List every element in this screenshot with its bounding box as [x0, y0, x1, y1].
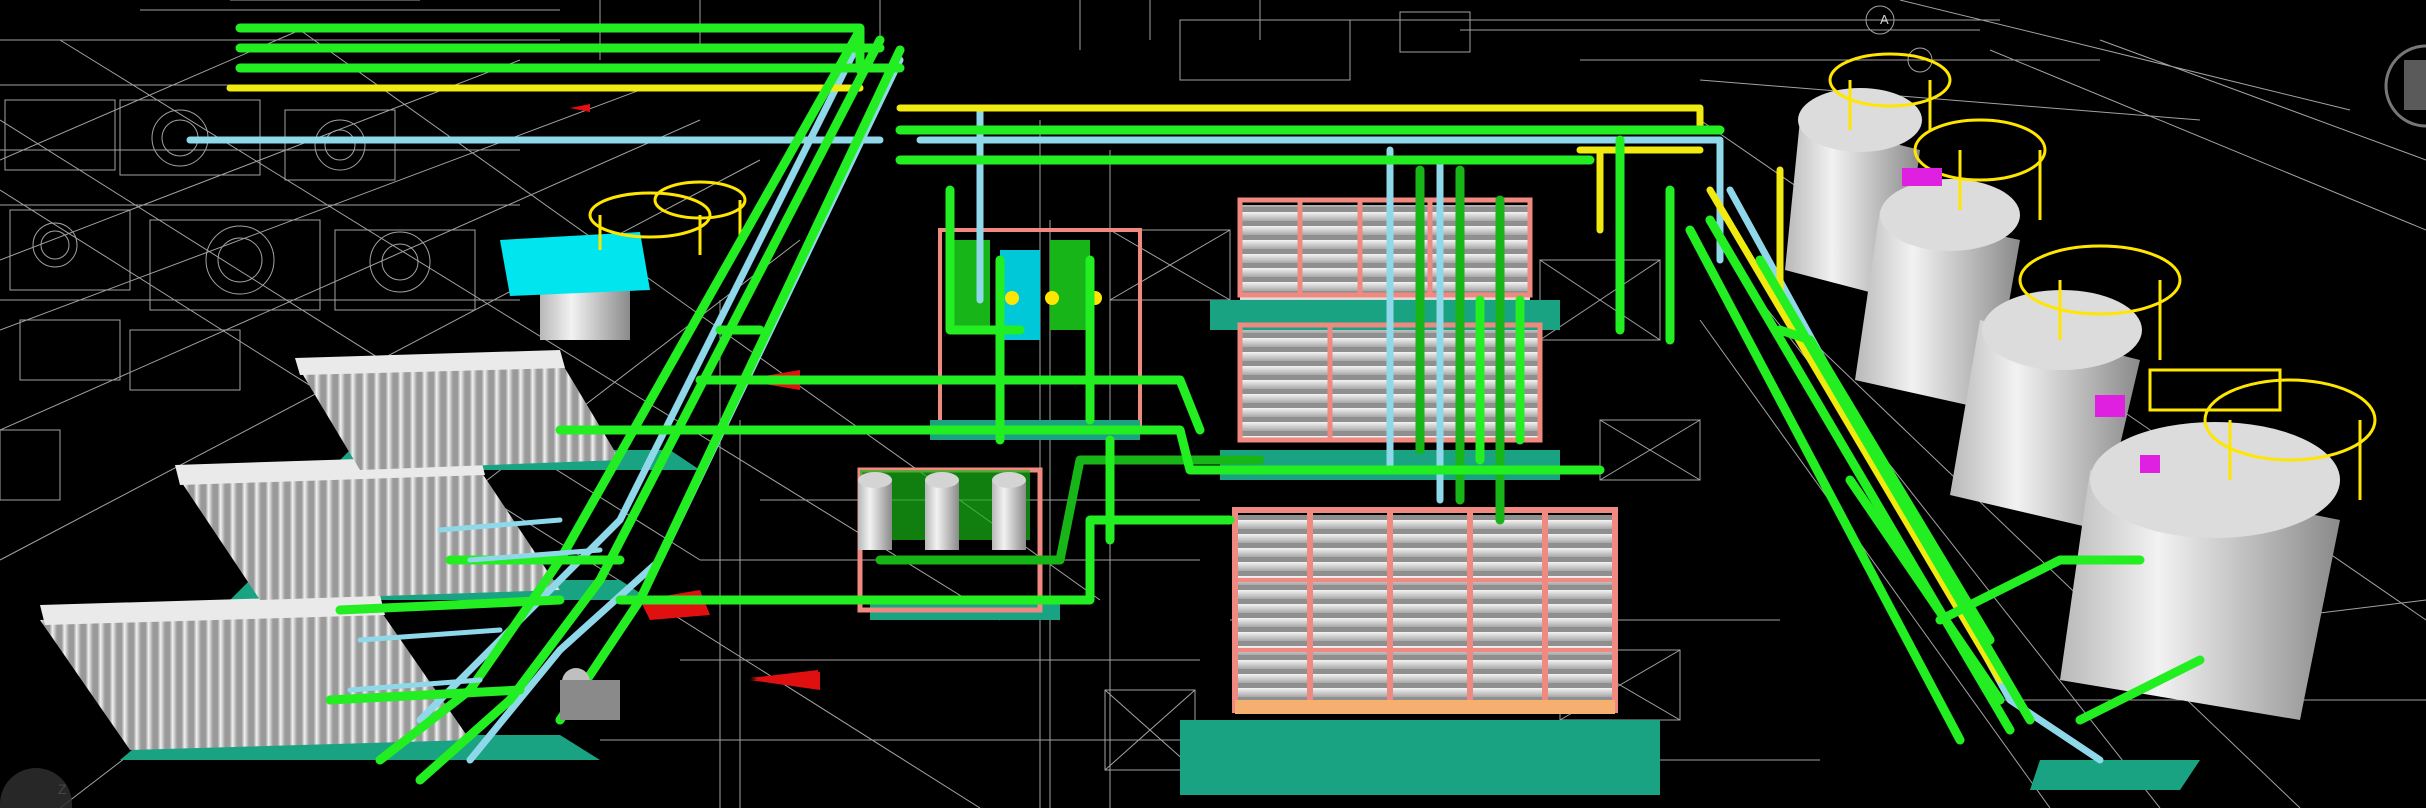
view-cube-icon[interactable] [2382, 40, 2426, 132]
3d-model-viewport[interactable]: Z A [0, 0, 2426, 808]
view-label: A [1880, 12, 1889, 27]
right-storage-tanks[interactable] [1785, 52, 2377, 790]
